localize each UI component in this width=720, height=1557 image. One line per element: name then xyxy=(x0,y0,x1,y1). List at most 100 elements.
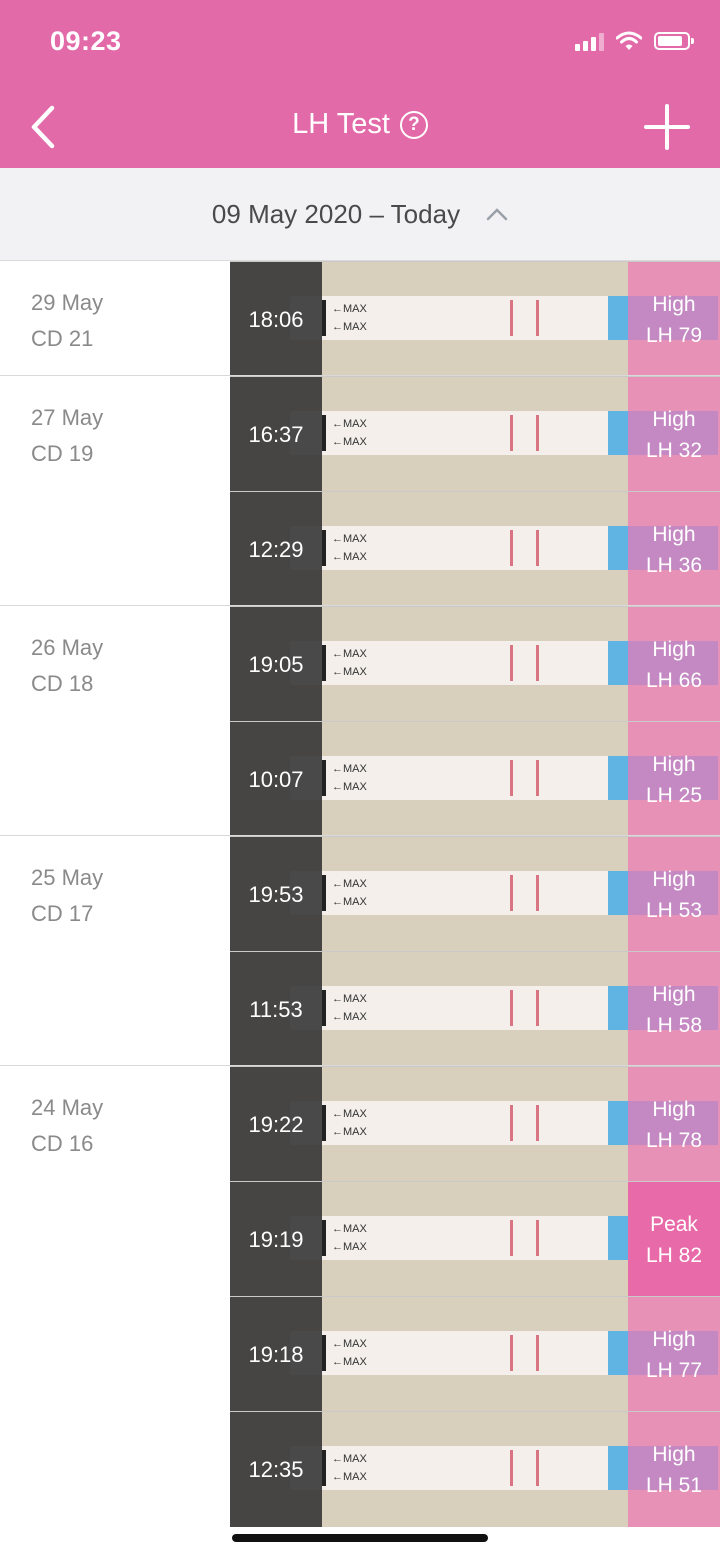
test-line xyxy=(510,530,513,566)
day-label: 24 May CD 16 xyxy=(31,1090,103,1162)
strip-max-label: ←MAX ←MAX xyxy=(332,533,367,563)
strip-max-label: ←MAX ←MAX xyxy=(332,648,367,678)
result-badge: High LH 53 xyxy=(628,837,720,952)
day-date: 29 May xyxy=(31,290,104,315)
strip-max-label: ←MAX ←MAX xyxy=(332,1453,367,1483)
day-label: 29 May CD 21 xyxy=(31,285,103,357)
day-group: 26 May CD 18 ←MAX ←MAX 19:05 High LH 66 ←MAX ←MA… xyxy=(0,605,720,837)
test-entry[interactable]: ←MAX ←MAX 12:29 High LH 36 xyxy=(230,491,720,607)
day-label: 25 May CD 17 xyxy=(31,860,103,932)
add-button[interactable] xyxy=(644,104,690,150)
result-value: LH 51 xyxy=(645,1473,703,1497)
strip-marker xyxy=(322,1220,326,1256)
test-entry[interactable]: ←MAX ←MAX 11:53 High LH 58 xyxy=(230,951,720,1067)
strip-marker xyxy=(322,300,326,336)
test-line xyxy=(510,1450,513,1486)
control-line xyxy=(536,530,539,566)
test-entry[interactable]: ←MAX ←MAX 19:53 High LH 53 xyxy=(230,836,720,952)
day-date: 25 May xyxy=(31,865,104,890)
test-entry[interactable]: ←MAX ←MAX 18:06 High LH 79 xyxy=(230,261,720,377)
strip-marker xyxy=(322,990,326,1026)
result-value: LH 79 xyxy=(645,323,703,347)
day-date: 26 May xyxy=(31,635,104,660)
result-badge: High LH 66 xyxy=(628,607,720,722)
result-value: LH 36 xyxy=(645,553,703,577)
strip-max-label: ←MAX ←MAX xyxy=(332,418,367,448)
control-line xyxy=(536,990,539,1026)
test-time: 16:37 xyxy=(230,377,322,492)
result-level: High xyxy=(652,1097,696,1121)
help-icon[interactable]: ? xyxy=(399,111,428,139)
strip-max-label: ←MAX ←MAX xyxy=(332,878,367,908)
test-line xyxy=(510,1335,513,1371)
control-line xyxy=(536,300,539,336)
strip-max-label: ←MAX ←MAX xyxy=(332,763,367,793)
strip-marker xyxy=(322,645,326,681)
test-entry[interactable]: ←MAX ←MAX 19:22 High LH 78 xyxy=(230,1066,720,1182)
day-label: 26 May CD 18 xyxy=(31,630,103,702)
result-level: High xyxy=(652,637,696,661)
result-value: LH 25 xyxy=(645,783,703,807)
result-badge: High LH 77 xyxy=(628,1297,720,1412)
test-line xyxy=(510,1220,513,1256)
result-badge: High LH 51 xyxy=(628,1412,720,1527)
result-level: High xyxy=(652,1327,696,1351)
test-time: 19:05 xyxy=(230,607,322,722)
test-time: 19:22 xyxy=(230,1067,322,1182)
date-range-selector[interactable]: 09 May 2020 – Today xyxy=(0,168,720,260)
cycle-day: CD 16 xyxy=(31,1131,94,1156)
strip-marker xyxy=(322,1105,326,1141)
strip-marker xyxy=(322,1335,326,1371)
strip-marker xyxy=(322,875,326,911)
day-date: 24 May xyxy=(31,1095,104,1120)
control-line xyxy=(536,415,539,451)
test-time: 12:29 xyxy=(230,492,322,607)
result-level: High xyxy=(652,292,696,316)
battery-icon xyxy=(654,32,694,50)
strip-marker xyxy=(322,415,326,451)
test-time: 19:19 xyxy=(230,1182,322,1297)
day-label: 27 May CD 19 xyxy=(31,400,103,472)
result-badge: Peak LH 82 xyxy=(628,1182,720,1297)
cycle-day: CD 21 xyxy=(31,326,94,351)
test-entry[interactable]: ←MAX ←MAX 10:07 High LH 25 xyxy=(230,721,720,837)
result-level: High xyxy=(652,867,696,891)
strip-marker xyxy=(322,1450,326,1486)
signal-icon xyxy=(575,31,604,51)
test-line xyxy=(510,415,513,451)
test-entry[interactable]: ←MAX ←MAX 19:19 Peak LH 82 xyxy=(230,1181,720,1297)
test-entry[interactable]: ←MAX ←MAX 19:18 High LH 77 xyxy=(230,1296,720,1412)
result-value: LH 78 xyxy=(645,1128,703,1152)
result-level: High xyxy=(652,407,696,431)
day-group: 25 May CD 17 ←MAX ←MAX 19:53 High LH 53 ←MAX ←MA… xyxy=(0,835,720,1067)
test-entry[interactable]: ←MAX ←MAX 12:35 High LH 51 xyxy=(230,1411,720,1527)
strip-marker xyxy=(322,530,326,566)
result-level: Peak xyxy=(650,1212,698,1236)
result-value: LH 58 xyxy=(645,1013,703,1037)
cycle-day: CD 19 xyxy=(31,441,94,466)
chevron-up-icon xyxy=(486,208,508,221)
control-line xyxy=(536,645,539,681)
result-badge: High LH 79 xyxy=(628,262,720,377)
strip-max-label: ←MAX ←MAX xyxy=(332,1108,367,1138)
control-line xyxy=(536,1335,539,1371)
result-value: LH 66 xyxy=(645,668,703,692)
result-badge: High LH 36 xyxy=(628,492,720,607)
result-level: High xyxy=(652,982,696,1006)
test-entry[interactable]: ←MAX ←MAX 19:05 High LH 66 xyxy=(230,606,720,722)
test-line xyxy=(510,875,513,911)
strip-max-label: ←MAX ←MAX xyxy=(332,1338,367,1368)
test-entry[interactable]: ←MAX ←MAX 16:37 High LH 32 xyxy=(230,376,720,492)
status-icons xyxy=(575,31,694,51)
control-line xyxy=(536,875,539,911)
cycle-day: CD 17 xyxy=(31,901,94,926)
day-group: 29 May CD 21 ←MAX ←MAX 18:06 High LH 79 xyxy=(0,260,720,377)
result-value: LH 53 xyxy=(645,898,703,922)
test-time: 19:53 xyxy=(230,837,322,952)
result-badge: High LH 25 xyxy=(628,722,720,837)
result-value: LH 77 xyxy=(645,1358,703,1382)
result-badge: High LH 78 xyxy=(628,1067,720,1182)
control-line xyxy=(536,760,539,796)
test-line xyxy=(510,760,513,796)
page-title-text: LH Test xyxy=(292,108,390,140)
